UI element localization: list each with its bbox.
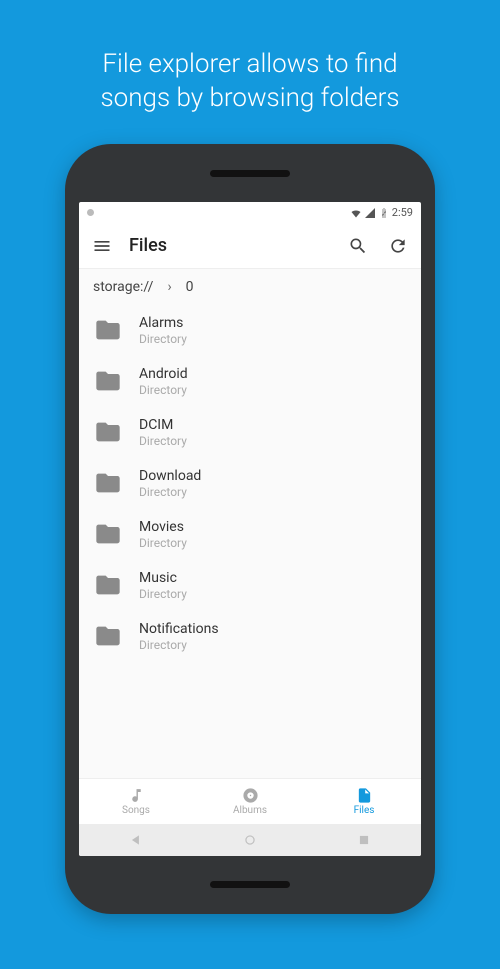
file-subtitle: Directory bbox=[139, 536, 187, 550]
refresh-icon bbox=[388, 236, 408, 256]
folder-icon-wrap bbox=[93, 519, 123, 549]
file-text: AndroidDirectory bbox=[139, 366, 188, 397]
hamburger-menu-button[interactable] bbox=[89, 233, 115, 259]
file-row[interactable]: NotificationsDirectory bbox=[79, 611, 421, 662]
file-row[interactable]: AlarmsDirectory bbox=[79, 305, 421, 356]
file-name: Download bbox=[139, 468, 201, 484]
status-bar: 2:59 bbox=[79, 202, 421, 224]
wifi-icon bbox=[350, 207, 362, 219]
speaker-bottom bbox=[210, 881, 290, 888]
tab-songs[interactable]: Songs bbox=[79, 779, 193, 824]
file-text: AlarmsDirectory bbox=[139, 315, 187, 346]
search-button[interactable] bbox=[345, 233, 371, 259]
file-text: MusicDirectory bbox=[139, 570, 187, 601]
app-bar: Files bbox=[79, 224, 421, 268]
folder-icon-wrap bbox=[93, 468, 123, 498]
file-row[interactable]: DownloadDirectory bbox=[79, 458, 421, 509]
file-row[interactable]: DCIMDirectory bbox=[79, 407, 421, 458]
sys-home-button[interactable] bbox=[230, 830, 270, 850]
battery-icon bbox=[378, 207, 390, 219]
cell-signal-icon bbox=[364, 207, 376, 219]
tab-albums[interactable]: Albums bbox=[193, 779, 307, 824]
status-time: 2:59 bbox=[392, 206, 413, 219]
page-title: Files bbox=[129, 235, 331, 256]
tab-label: Songs bbox=[122, 805, 150, 816]
file-text: NotificationsDirectory bbox=[139, 621, 219, 652]
speaker-top bbox=[210, 170, 290, 177]
search-icon bbox=[348, 236, 368, 256]
file-text: MoviesDirectory bbox=[139, 519, 187, 550]
file-row[interactable]: MusicDirectory bbox=[79, 560, 421, 611]
tab-label: Files bbox=[354, 805, 375, 816]
folder-icon bbox=[94, 622, 122, 650]
bottom-nav: Songs Albums Files bbox=[79, 778, 421, 824]
file-name: Alarms bbox=[139, 315, 187, 331]
phone-screen: 2:59 Files storage:// › 0 AlarmsDirector… bbox=[79, 202, 421, 856]
status-dot-icon bbox=[87, 209, 94, 216]
file-subtitle: Directory bbox=[139, 332, 187, 346]
hamburger-icon bbox=[92, 236, 112, 256]
file-text: DownloadDirectory bbox=[139, 468, 201, 499]
folder-icon bbox=[94, 367, 122, 395]
file-text: DCIMDirectory bbox=[139, 417, 187, 448]
file-subtitle: Directory bbox=[139, 587, 187, 601]
square-recent-icon bbox=[357, 833, 371, 847]
file-subtitle: Directory bbox=[139, 383, 188, 397]
file-name: Music bbox=[139, 570, 187, 586]
folder-icon bbox=[94, 520, 122, 548]
triangle-back-icon bbox=[129, 833, 143, 847]
refresh-button[interactable] bbox=[385, 233, 411, 259]
status-right: 2:59 bbox=[350, 206, 413, 219]
folder-icon-wrap bbox=[93, 315, 123, 345]
music-note-icon bbox=[128, 787, 145, 804]
circle-home-icon bbox=[243, 833, 257, 847]
chevron-right-icon: › bbox=[167, 279, 171, 295]
folder-icon-wrap bbox=[93, 621, 123, 651]
folder-icon-wrap bbox=[93, 366, 123, 396]
folder-icon bbox=[94, 418, 122, 446]
folder-icon bbox=[94, 469, 122, 497]
file-subtitle: Directory bbox=[139, 485, 201, 499]
breadcrumb[interactable]: storage:// › 0 bbox=[79, 269, 421, 305]
file-subtitle: Directory bbox=[139, 434, 187, 448]
file-name: Android bbox=[139, 366, 188, 382]
folder-icon bbox=[94, 571, 122, 599]
folder-icon-wrap bbox=[93, 417, 123, 447]
sys-recent-button[interactable] bbox=[344, 830, 384, 850]
album-icon bbox=[242, 787, 259, 804]
phone-frame: 2:59 Files storage:// › 0 AlarmsDirector… bbox=[65, 144, 435, 914]
file-name: Notifications bbox=[139, 621, 219, 637]
file-icon bbox=[356, 787, 373, 804]
folder-icon-wrap bbox=[93, 570, 123, 600]
breadcrumb-root: storage:// bbox=[93, 279, 153, 295]
folder-icon bbox=[94, 316, 122, 344]
file-row[interactable]: MoviesDirectory bbox=[79, 509, 421, 560]
file-name: Movies bbox=[139, 519, 187, 535]
file-list: AlarmsDirectoryAndroidDirectoryDCIMDirec… bbox=[79, 305, 421, 778]
file-row[interactable]: AndroidDirectory bbox=[79, 356, 421, 407]
sys-back-button[interactable] bbox=[116, 830, 156, 850]
file-subtitle: Directory bbox=[139, 638, 219, 652]
promo-caption: File explorer allows to find songs by br… bbox=[70, 48, 429, 116]
tab-label: Albums bbox=[233, 805, 267, 816]
tab-files[interactable]: Files bbox=[307, 779, 421, 824]
file-name: DCIM bbox=[139, 417, 187, 433]
status-left bbox=[87, 206, 94, 219]
system-nav-bar bbox=[79, 824, 421, 856]
breadcrumb-current: 0 bbox=[186, 279, 194, 295]
